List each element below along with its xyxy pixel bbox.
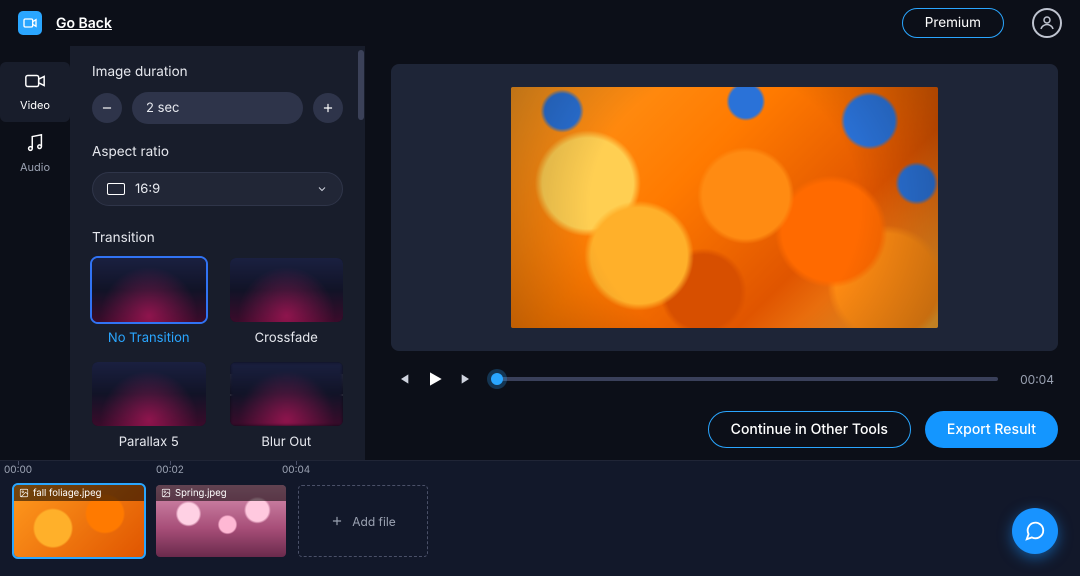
- aspect-ratio-value: 16:9: [135, 181, 160, 197]
- timeline-clip[interactable]: fall foliage.jpeg: [14, 485, 144, 557]
- clip-filename: Spring.jpeg: [175, 488, 227, 499]
- image-icon: [19, 488, 29, 498]
- chat-icon: [1024, 520, 1046, 542]
- aspect-ratio-label: Aspect ratio: [92, 144, 343, 160]
- duration-decrease-button[interactable]: [92, 93, 122, 123]
- sidebar-item-audio[interactable]: Audio: [0, 124, 70, 184]
- play-button[interactable]: [425, 369, 445, 389]
- continue-button[interactable]: Continue in Other Tools: [708, 411, 911, 448]
- add-file-tile[interactable]: Add file: [298, 485, 428, 557]
- transition-card[interactable]: Blur Out: [230, 362, 344, 450]
- next-frame-button[interactable]: [459, 371, 475, 387]
- video-icon: [24, 70, 46, 92]
- clip-tag: fall foliage.jpeg: [14, 485, 144, 501]
- account-avatar[interactable]: [1032, 8, 1062, 38]
- ruler-mark: 00:00: [4, 464, 32, 476]
- transition-label: Transition: [92, 230, 343, 246]
- transition-thumb: [92, 258, 206, 322]
- play-icon: [425, 369, 445, 389]
- duration-input[interactable]: 2 sec: [132, 92, 303, 124]
- image-duration-label: Image duration: [92, 64, 343, 80]
- prev-frame-button[interactable]: [395, 371, 411, 387]
- plus-icon: [330, 514, 344, 528]
- aspect-ratio-select[interactable]: 16:9: [92, 172, 343, 206]
- export-button[interactable]: Export Result: [925, 411, 1058, 448]
- seek-slider[interactable]: [497, 377, 998, 381]
- transition-card[interactable]: No Transition: [92, 258, 206, 346]
- help-fab[interactable]: [1012, 508, 1058, 554]
- sidebar-item-label: Audio: [20, 160, 50, 174]
- preview-stage: [391, 64, 1058, 351]
- transition-name: Parallax 5: [119, 434, 179, 450]
- transition-thumb: [92, 362, 206, 426]
- timeline-clip[interactable]: Spring.jpeg: [156, 485, 286, 557]
- sidebar-item-video[interactable]: Video: [0, 62, 70, 122]
- ruler-mark: 00:02: [156, 464, 184, 476]
- skip-forward-icon: [459, 371, 475, 387]
- minus-icon: [100, 101, 114, 115]
- duration-increase-button[interactable]: [313, 93, 343, 123]
- image-icon: [161, 488, 171, 498]
- clip-filename: fall foliage.jpeg: [33, 488, 101, 499]
- add-file-label: Add file: [352, 514, 396, 529]
- ruler-mark: 00:04: [282, 464, 310, 476]
- transition-thumb: [230, 258, 344, 322]
- clip-tag: Spring.jpeg: [156, 485, 286, 501]
- sidebar-item-label: Video: [20, 98, 50, 112]
- skip-back-icon: [395, 371, 411, 387]
- transition-name: Crossfade: [255, 330, 318, 346]
- user-icon: [1038, 14, 1056, 32]
- panel-scrollbar[interactable]: [358, 50, 364, 120]
- transition-card[interactable]: Parallax 5: [92, 362, 206, 450]
- app-logo: [18, 11, 42, 35]
- transition-card[interactable]: Crossfade: [230, 258, 344, 346]
- audio-icon: [24, 132, 46, 154]
- timeline-ruler[interactable]: 00:00 00:02 00:04: [0, 461, 1080, 481]
- premium-button[interactable]: Premium: [902, 8, 1004, 38]
- timecode: 00:04: [1020, 372, 1054, 387]
- plus-icon: [321, 101, 335, 115]
- transition-name: Blur Out: [261, 434, 311, 450]
- seek-knob[interactable]: [491, 373, 503, 385]
- ratio-icon: [107, 183, 125, 195]
- transition-thumb: [230, 362, 344, 426]
- preview-frame: [511, 87, 938, 327]
- transition-name: No Transition: [108, 330, 190, 346]
- go-back-link[interactable]: Go Back: [56, 15, 112, 32]
- chevron-down-icon: [316, 183, 328, 195]
